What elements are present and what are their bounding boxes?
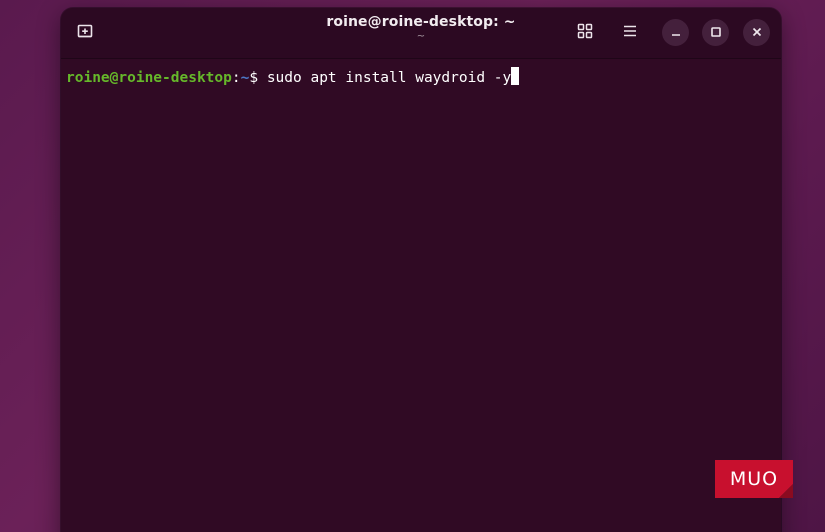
grid-icon [577, 23, 593, 43]
command-text: sudo apt install waydroid -y [266, 70, 512, 86]
maximize-icon [710, 23, 722, 42]
tab-overview-button[interactable] [572, 20, 598, 46]
minimize-button[interactable] [662, 19, 689, 46]
minimize-icon [670, 23, 682, 42]
close-icon [751, 23, 763, 42]
muo-watermark-logo: MUO [715, 460, 793, 498]
close-button[interactable] [743, 19, 770, 46]
maximize-button[interactable] [702, 19, 729, 46]
text-cursor [511, 67, 520, 85]
new-tab-icon [76, 22, 94, 44]
title-bar[interactable]: roine@roine-desktop: ~ ~ [61, 8, 781, 59]
prompt-symbol: $ [249, 70, 267, 86]
terminal-window: roine@roine-desktop: ~ ~ roine@roine-des… [61, 8, 781, 532]
terminal-content[interactable]: roine@roine-desktop:~$ sudo apt install … [61, 59, 781, 96]
new-tab-button[interactable] [72, 20, 98, 46]
watermark-text: MUO [729, 468, 779, 490]
hamburger-menu-icon [622, 23, 638, 43]
main-menu-button[interactable] [617, 20, 643, 46]
prompt-separator: : [231, 70, 241, 86]
prompt-user-host: roine@roine-desktop [66, 70, 232, 86]
